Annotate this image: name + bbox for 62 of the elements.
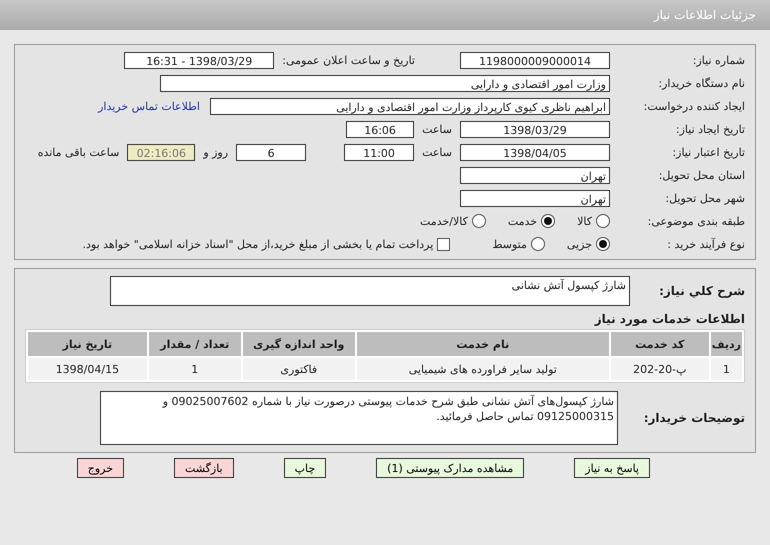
city-field: تهران bbox=[460, 190, 610, 206]
table-cell: پ-20-202 bbox=[610, 358, 709, 380]
section-title: اطلاعات خدمات مورد نیاز bbox=[593, 312, 745, 326]
column-header: نام خدمت bbox=[356, 332, 609, 356]
buyer-org-field: وزارت امور اقتصادی و دارایی bbox=[160, 74, 610, 92]
field-label: نوع فرآیند خرید : bbox=[666, 238, 745, 250]
time-label: ساعت bbox=[422, 122, 452, 136]
time-field: 16:06 bbox=[346, 120, 414, 138]
table-cell: 1 bbox=[710, 358, 742, 380]
time-label: ساعت bbox=[422, 146, 452, 158]
radio-button[interactable] bbox=[530, 237, 545, 251]
date-field: 1398/04/05 bbox=[460, 144, 610, 160]
radio-button[interactable] bbox=[596, 214, 610, 228]
time-field: 11:00 bbox=[344, 144, 414, 160]
province-field: تهران bbox=[460, 166, 610, 184]
radio-label: خدمت bbox=[508, 214, 538, 228]
field-label: تاریخ ایجاد نیاز: bbox=[674, 122, 745, 136]
field-label: شماره نیاز: bbox=[692, 54, 745, 66]
announce-date-field: 1398/03/29 - 16:31 bbox=[124, 52, 274, 68]
summary-field: شارژ کپسول آتش نشانی bbox=[110, 276, 630, 306]
field-label: شهر محل تحویل: bbox=[664, 192, 745, 204]
radio-button[interactable] bbox=[541, 214, 556, 228]
days-label: روز و bbox=[203, 146, 228, 158]
table-cell: فاکتوری bbox=[242, 358, 355, 380]
radio-button[interactable] bbox=[596, 237, 610, 251]
field-label: ایجاد کننده درخواست: bbox=[642, 100, 745, 112]
notes-field: شارژ کپسول‌های آتش نشانی طبق شرح خدمات پیوستی درصورت نیاز با شماره 09025007602 و 09125000315 تماس حاصل فرمائید. bbox=[100, 391, 618, 445]
field-label: توضیحات خریدار: bbox=[642, 411, 745, 425]
radio-label: جزیی bbox=[566, 238, 592, 250]
remaining-time-field: 02:16:06 bbox=[127, 144, 196, 160]
radio-label: کالا/خدمت bbox=[420, 214, 468, 228]
field-label: نام دستگاه خریدار: bbox=[657, 76, 745, 90]
column-header: واحد اندازه گیری bbox=[242, 332, 355, 356]
field-label: استان محل تحویل: bbox=[658, 168, 745, 182]
column-header: تاریخ نیاز bbox=[28, 332, 147, 356]
need-number-field: 1198000009000014 bbox=[460, 52, 610, 68]
checkbox[interactable] bbox=[437, 238, 450, 250]
action-button[interactable]: خروج bbox=[76, 458, 124, 478]
field-label: تاریخ و ساعت اعلان عمومی: bbox=[282, 54, 415, 66]
date-field: 1398/03/29 bbox=[460, 120, 610, 138]
table-cell: 1398/04/15 bbox=[28, 358, 147, 380]
action-button[interactable]: چاپ bbox=[284, 458, 326, 478]
field-label: تاریخ اعتبار نیاز: bbox=[671, 146, 745, 158]
table-cell: تولید سایر فراورده های شیمیایی bbox=[356, 358, 609, 380]
radio-label: متوسط bbox=[492, 238, 527, 250]
radio-label: کالا bbox=[577, 214, 592, 228]
column-header: تعداد / مقدار bbox=[148, 332, 241, 356]
action-button[interactable]: پاسخ به نیاز bbox=[574, 458, 650, 478]
table-cell: 1 bbox=[148, 358, 241, 380]
action-button[interactable]: بازگشت bbox=[174, 458, 234, 478]
field-label: طبقه بندی موضوعی: bbox=[646, 214, 745, 228]
field-label: شرح کلي نياز: bbox=[658, 284, 745, 298]
requester-field: ابراهیم ناظری کیوی کارپرداز وزارت امور اقتصادی و دارایی bbox=[210, 98, 610, 114]
column-header: کد خدمت bbox=[610, 332, 709, 356]
page-title: جزئیات اطلاعات نیاز bbox=[654, 8, 756, 22]
action-button[interactable]: مشاهده مدارک پیوستی (1) bbox=[376, 458, 524, 478]
days-field: 6 bbox=[236, 144, 306, 160]
column-header: ردیف bbox=[710, 332, 742, 356]
checkbox-label: پرداخت تمام یا بخشی از مبلغ خرید،از محل "اسناد خزانه اسلامی" خواهد بود. bbox=[82, 238, 434, 250]
radio-button[interactable] bbox=[472, 214, 486, 228]
contact-link[interactable]: اطلاعات تماس خریدار bbox=[98, 100, 200, 112]
remaining-label: ساعت باقی مانده bbox=[38, 146, 120, 158]
